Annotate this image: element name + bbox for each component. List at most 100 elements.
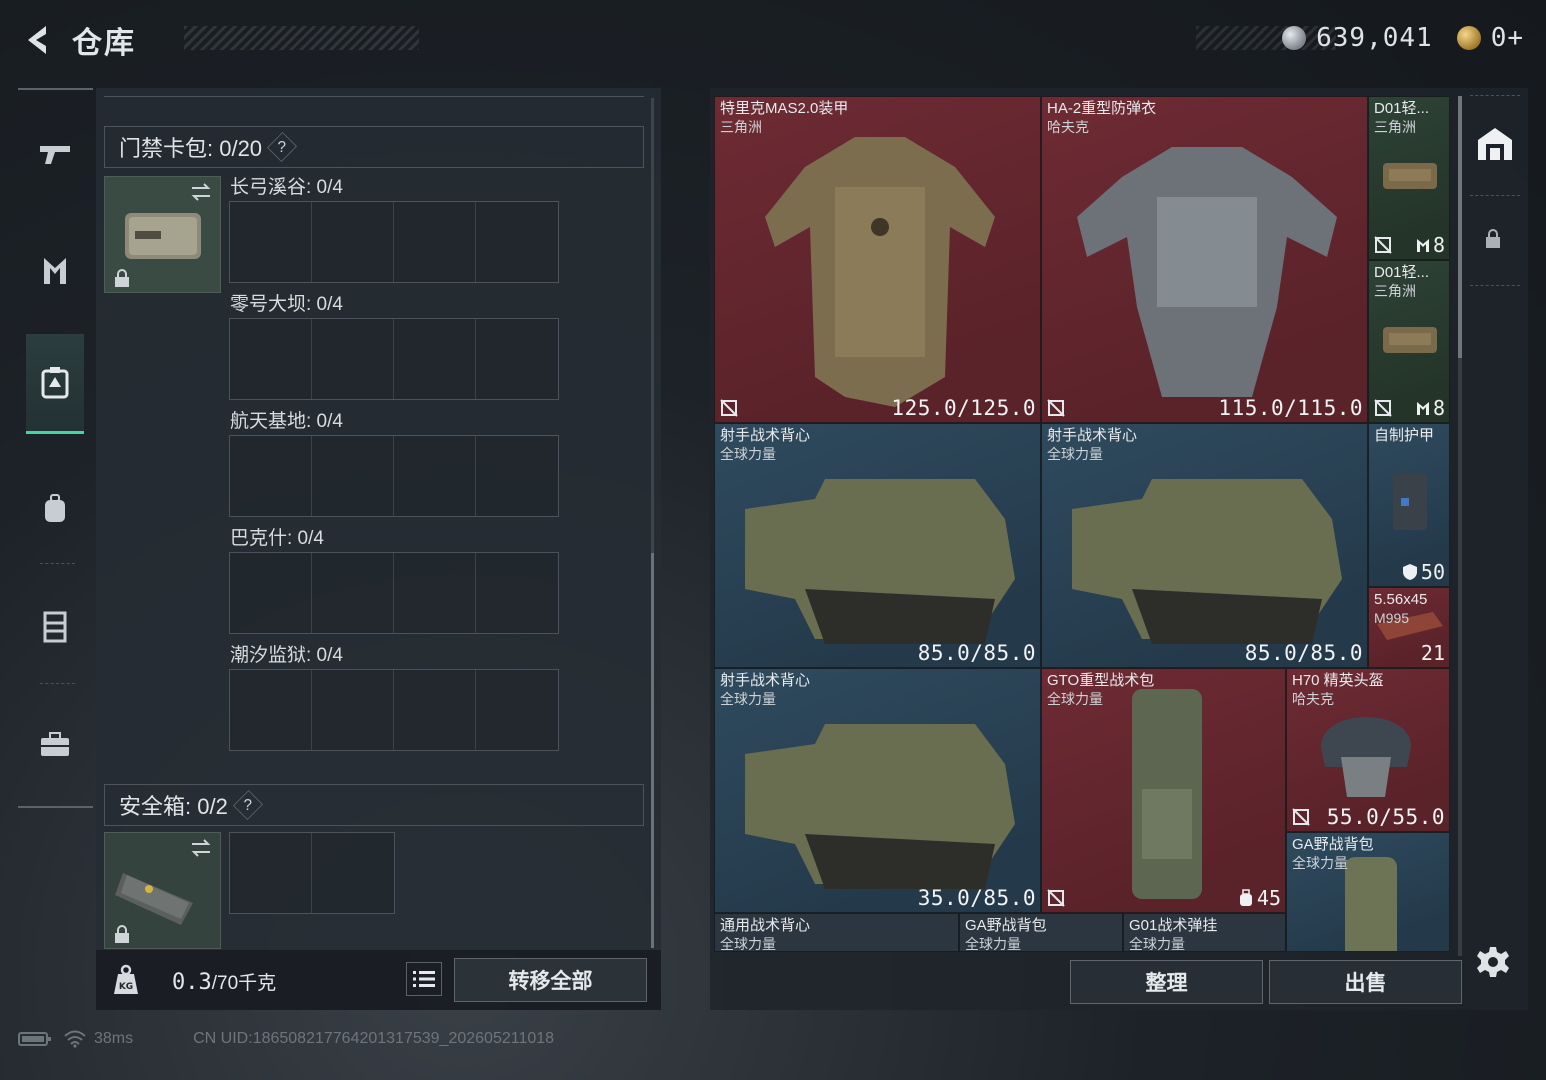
inventory-item[interactable]: 自制护甲 50 — [1368, 423, 1450, 587]
inventory-item[interactable]: 射手战术背心 全球力量 35.0/85.0 — [714, 668, 1041, 913]
safebox-slot-grid[interactable] — [229, 832, 395, 914]
storage-tabs — [1462, 95, 1524, 977]
weight-max: /70千克 — [211, 973, 277, 994]
gold-currency-value[interactable]: 0+ — [1491, 23, 1524, 53]
item-name: GTO重型战术包 — [1047, 672, 1155, 689]
inventory-item[interactable]: HA-2重型防弹衣 哈夫克 115.0/115.0 — [1041, 96, 1368, 423]
item-brand: 全球力量 — [720, 691, 776, 707]
swap-icon[interactable] — [188, 181, 214, 203]
inventory-item[interactable]: G01战术弹挂 全球力量 — [1123, 913, 1286, 952]
shield-icon — [1402, 564, 1417, 580]
inventory-item[interactable]: GA野战背包 全球力量 — [959, 913, 1123, 952]
slot-label-2: 零号大坝: 0/4 — [230, 294, 343, 315]
weight-icon: KG — [114, 964, 138, 994]
sell-button[interactable]: 出售 — [1269, 960, 1462, 1004]
keycard-case-thumbnail[interactable] — [104, 176, 221, 293]
inventory-item[interactable]: 5.56x45 M995 21 — [1368, 587, 1450, 668]
item-brand: 哈夫克 — [1047, 119, 1089, 135]
status-footer: 38ms CN UID:18650821776420131753​9_20260… — [18, 1028, 554, 1050]
safebox-thumbnail[interactable] — [104, 832, 221, 949]
item-name: GA野战背包 — [1292, 836, 1374, 853]
nav-case[interactable] — [26, 694, 84, 794]
nav-parts[interactable] — [26, 220, 84, 320]
keycard-slot-grid-3[interactable] — [229, 435, 559, 517]
inventory-item[interactable]: D01轻... 三角洲 8 — [1368, 96, 1450, 260]
item-name: H70 精英头盔 — [1292, 672, 1384, 689]
no-insure-icon — [720, 399, 738, 417]
storage-tab-locked[interactable] — [1484, 227, 1504, 251]
item-name: 射手战术背心 — [720, 427, 811, 444]
bag-capacity-icon — [1239, 889, 1252, 906]
slot-label-1: 长弓溪谷: 0/4 — [230, 177, 343, 198]
no-insure-icon — [1374, 399, 1392, 417]
weight-display: 0.3/70千克 — [172, 968, 276, 995]
svg-text:KG: KG — [119, 982, 133, 992]
item-brand: 三角洲 — [1374, 283, 1416, 299]
keycard-slot-grid-5[interactable] — [229, 669, 559, 751]
item-durability: 55.0/55.0 — [1326, 805, 1445, 829]
item-brand: 全球力量 — [1129, 936, 1185, 952]
item-name: 射手战术背心 — [1047, 427, 1138, 444]
item-vest-image — [745, 724, 1015, 889]
nav-backpack[interactable] — [26, 458, 84, 558]
inventory-item[interactable]: GA野战背包 全球力量 — [1286, 832, 1450, 952]
item-stack-count: 21 — [1420, 641, 1445, 665]
inventory-item[interactable]: 通用战术背心 全球力量 — [714, 913, 959, 952]
back-arrow-icon[interactable] — [18, 20, 54, 60]
inventory-item[interactable]: D01轻... 三角洲 8 — [1368, 260, 1450, 423]
no-insure-icon — [1292, 808, 1310, 826]
tab-divider — [1470, 195, 1520, 196]
item-backpack-image — [1132, 689, 1202, 899]
item-armor-image — [1383, 163, 1437, 189]
transfer-all-button[interactable]: 转移全部 — [454, 958, 647, 1002]
keycard-slot-grid-4[interactable] — [229, 552, 559, 634]
item-vest-image — [1072, 479, 1342, 644]
nav-vest[interactable] — [26, 576, 84, 676]
item-name: 特里克MAS2.0装甲 — [720, 100, 849, 117]
item-name: D01轻... — [1374, 100, 1430, 117]
help-icon[interactable]: ? — [232, 789, 263, 821]
nav-storage[interactable] — [26, 334, 84, 434]
inventory-item[interactable]: GTO重型战术包 全球力量 45 — [1041, 668, 1286, 913]
left-scrollbar[interactable] — [651, 553, 654, 948]
silver-currency-value: 639,041 — [1316, 23, 1433, 53]
inventory-item[interactable]: 射手战术背心 全球力量 85.0/85.0 — [714, 423, 1041, 668]
help-icon[interactable]: ? — [267, 131, 298, 163]
lock-icon — [1486, 229, 1500, 248]
keycard-header: 门禁卡包: 0/20 ? — [104, 126, 644, 168]
sort-button[interactable]: 整理 — [1070, 960, 1263, 1004]
item-name: G01战术弹挂 — [1129, 917, 1218, 934]
panel-divider — [104, 96, 644, 97]
keycard-slot-grid-2[interactable] — [229, 318, 559, 400]
item-armor-image — [1077, 147, 1337, 397]
case-icon — [41, 732, 69, 756]
keycard-slot-grid-1[interactable] — [229, 201, 559, 283]
item-brand: 全球力量 — [1047, 691, 1103, 707]
lock-icon — [115, 925, 129, 943]
gold-coin-icon — [1456, 26, 1481, 50]
item-name: 5.56x45 — [1374, 591, 1428, 608]
side-nav — [18, 88, 93, 810]
currency-bar: 639,041 0+ — [1282, 18, 1524, 58]
item-brand: 三角洲 — [1374, 119, 1416, 135]
storage-tab-main[interactable] — [1470, 113, 1520, 175]
no-insure-icon — [1047, 399, 1065, 417]
list-view-button[interactable] — [406, 962, 442, 996]
item-stack-count: 8 — [1416, 233, 1445, 257]
swap-icon[interactable] — [188, 837, 214, 859]
item-brand: 全球力量 — [1292, 855, 1348, 871]
inventory-item[interactable]: 射手战术背心 全球力量 85.0/85.0 — [1041, 423, 1368, 668]
nav-separator — [40, 563, 75, 564]
item-brand: 三角洲 — [720, 119, 762, 135]
stack-icon — [1416, 239, 1429, 252]
item-brand: 全球力量 — [965, 936, 1021, 952]
inventory-item[interactable]: 特里克MAS2.0装甲 三角洲 125.0/125.0 — [714, 96, 1041, 423]
item-brand: M995 — [1374, 610, 1410, 626]
settings-button[interactable] — [1476, 945, 1512, 981]
keycard-header-label: 门禁卡包: 0/20 — [119, 136, 263, 161]
inventory-item[interactable]: H70 精英头盔 哈夫克 55.0/55.0 — [1286, 668, 1450, 832]
weight-current: 0.3 — [172, 970, 212, 995]
nav-firearms[interactable] — [26, 104, 84, 204]
item-brand: 全球力量 — [1047, 446, 1103, 462]
item-armor-image — [1393, 474, 1427, 530]
